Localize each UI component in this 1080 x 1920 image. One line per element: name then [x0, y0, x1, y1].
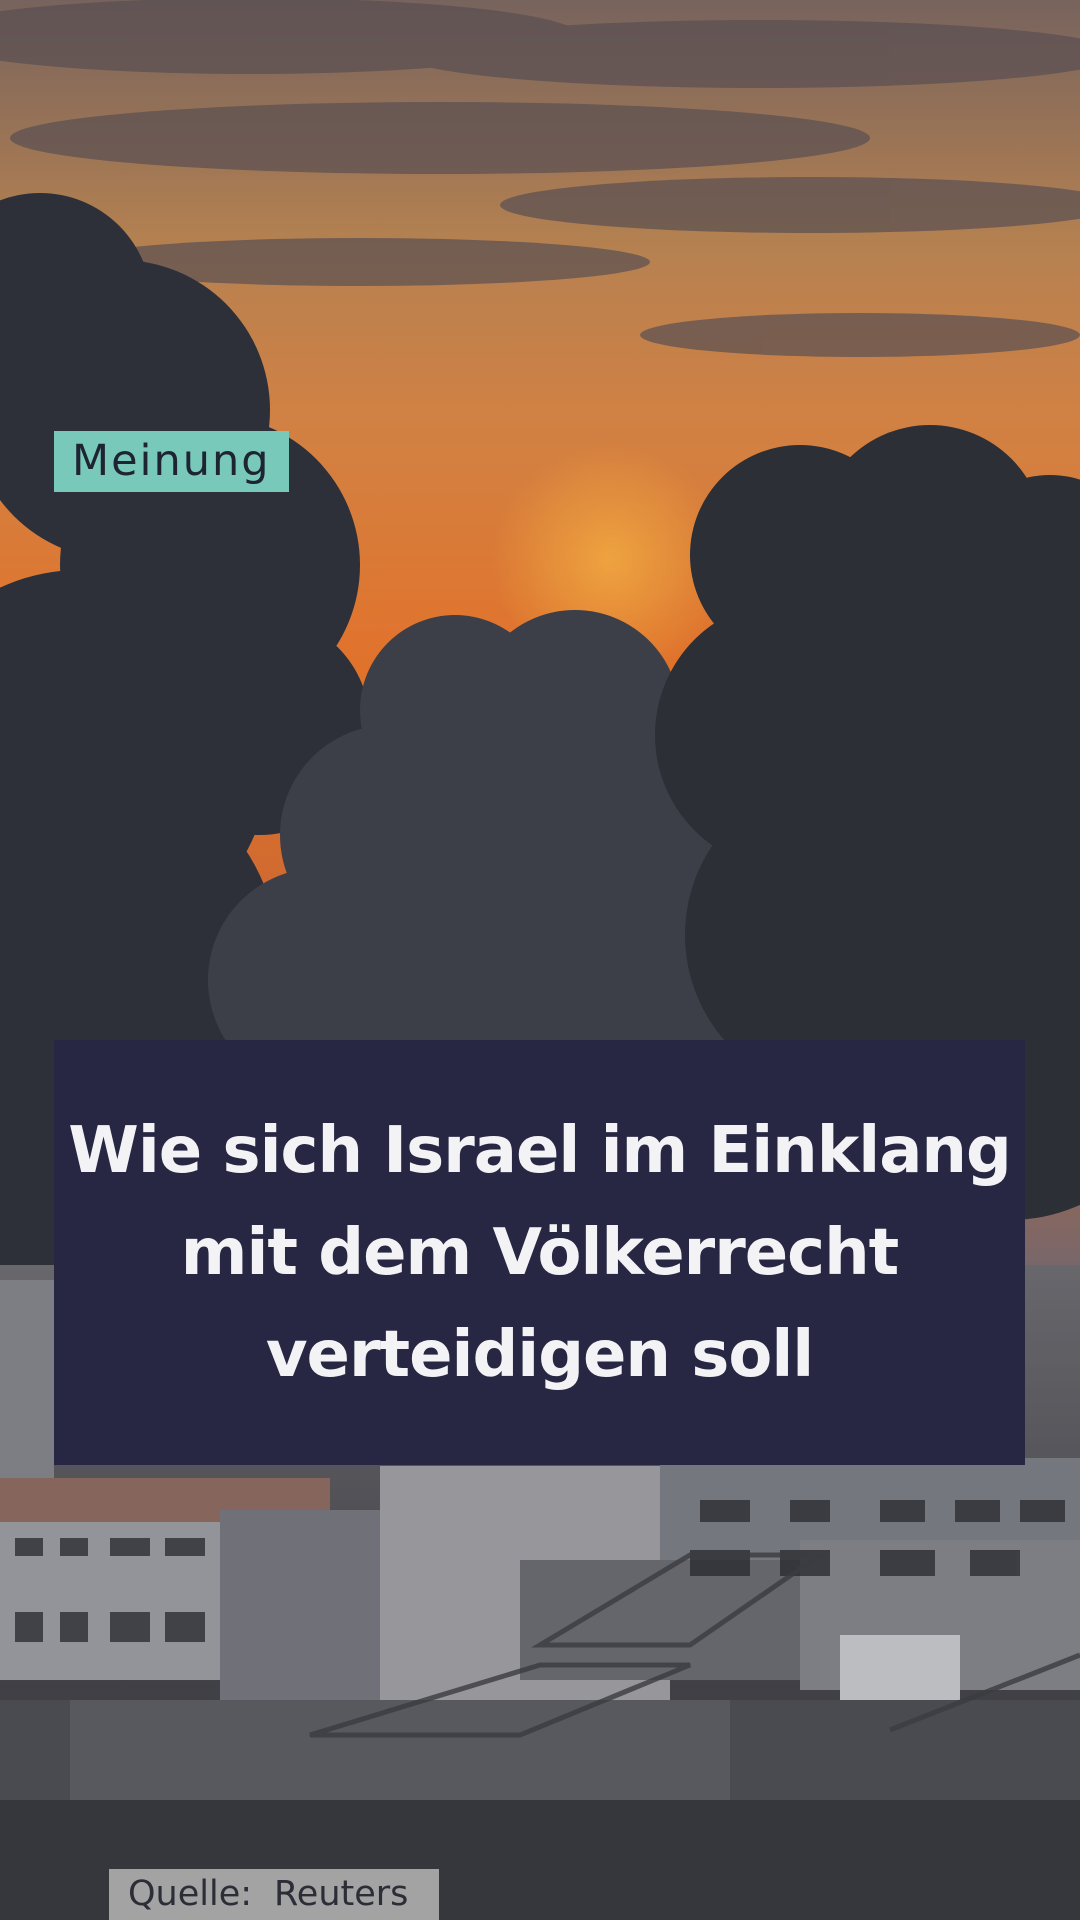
- headline-box: Wie sich Israel im Einklang mit dem Völk…: [54, 1040, 1025, 1465]
- source-credit: Quelle: Reuters: [109, 1869, 439, 1920]
- background-photo: [0, 0, 1080, 1920]
- source-credit-name: Reuters: [274, 1874, 409, 1914]
- opinion-tag: Meinung: [54, 431, 289, 492]
- story-frame: Meinung Wie sich Israel im Einklang mit …: [0, 0, 1080, 1920]
- opinion-tag-label: Meinung: [72, 436, 271, 486]
- source-credit-label: Quelle:: [128, 1874, 253, 1914]
- headline: Wie sich Israel im Einklang mit dem Völk…: [68, 1113, 1012, 1392]
